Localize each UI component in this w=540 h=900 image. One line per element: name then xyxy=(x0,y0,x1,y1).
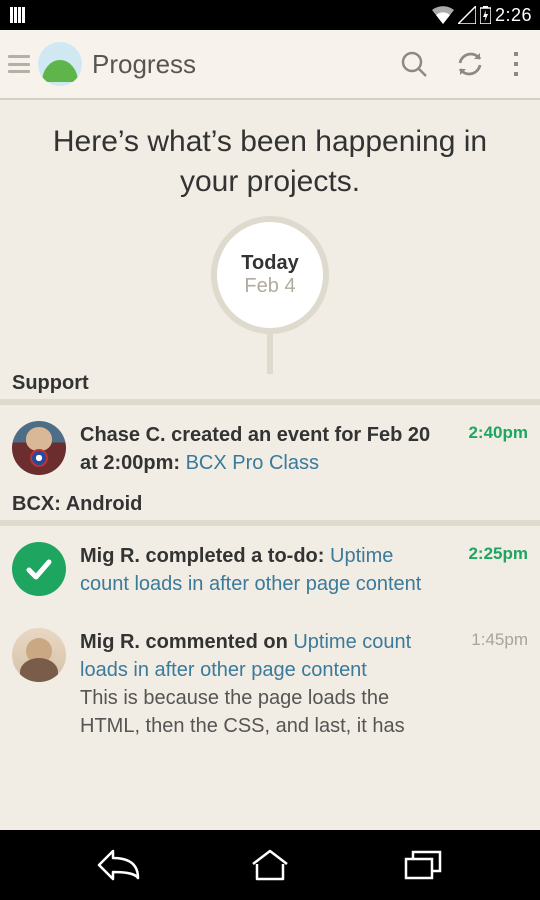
feed-item-time: 2:25pm xyxy=(460,542,528,598)
menu-icon[interactable] xyxy=(8,55,30,73)
feed-item-lead: Mig R. completed a to-do: xyxy=(80,545,330,567)
date-bubble-date: Feb 4 xyxy=(244,275,295,298)
recents-button[interactable] xyxy=(388,840,458,890)
timeline-stem xyxy=(267,334,273,374)
date-bubble-label: Today xyxy=(241,252,298,275)
action-bar: Progress xyxy=(0,30,540,100)
android-nav-bar xyxy=(0,830,540,900)
completed-check-icon xyxy=(12,542,66,596)
feed-item-body: Chase C. created an event for Feb 20 at … xyxy=(80,421,446,477)
feed-item-body: Mig R. completed a to-do: Uptime count l… xyxy=(80,542,446,598)
page-title: Progress xyxy=(92,49,386,80)
battery-bars-icon xyxy=(10,7,26,23)
feed-item-time: 2:40pm xyxy=(460,421,528,477)
feed-item-lead: Mig R. commented on xyxy=(80,631,293,653)
wifi-icon xyxy=(432,6,454,24)
home-button[interactable] xyxy=(235,840,305,890)
date-bubble: Today Feb 4 xyxy=(211,216,329,334)
back-button[interactable] xyxy=(83,840,153,890)
feed-item-link[interactable]: BCX Pro Class xyxy=(186,452,319,474)
app-logo-icon[interactable] xyxy=(38,42,82,86)
feed-item[interactable]: Mig R. commented on Uptime count loads i… xyxy=(0,612,540,740)
feed-item-body: Mig R. commented on Uptime count loads i… xyxy=(80,628,446,740)
feed-item[interactable]: Chase C. created an event for Feb 20 at … xyxy=(0,405,540,491)
overflow-menu-icon[interactable] xyxy=(498,36,534,92)
avatar xyxy=(12,421,66,475)
headline: Here’s what’s been happening in your pro… xyxy=(0,100,540,210)
feed-item[interactable]: Mig R. completed a to-do: Uptime count l… xyxy=(0,526,540,612)
avatar xyxy=(12,628,66,682)
progress-feed[interactable]: Here’s what’s been happening in your pro… xyxy=(0,100,540,830)
timeline-head: Today Feb 4 xyxy=(0,210,540,370)
status-time: 2:26 xyxy=(495,5,532,26)
android-status-bar: 2:26 xyxy=(0,0,540,30)
feed-item-comment: This is because the page loads the HTML,… xyxy=(80,684,446,740)
refresh-icon[interactable] xyxy=(442,36,498,92)
feed-item-time: 1:45pm xyxy=(460,628,528,740)
battery-charging-icon xyxy=(480,6,491,24)
search-icon[interactable] xyxy=(386,36,442,92)
section-header: Support xyxy=(0,370,540,405)
cell-signal-icon xyxy=(458,6,476,24)
section-header: BCX: Android xyxy=(0,491,540,526)
